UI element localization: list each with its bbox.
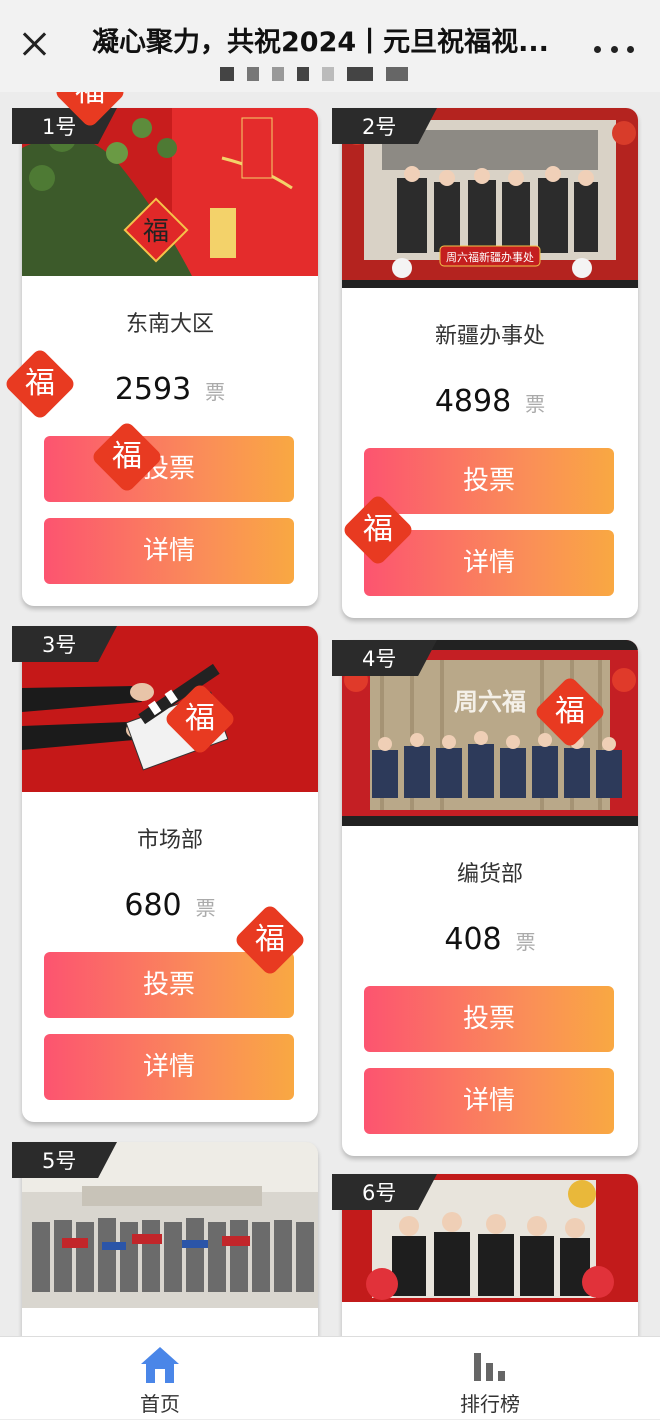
redacted-subtitle <box>220 67 450 81</box>
bottom-tab-bar: 首页 排行榜 <box>0 1336 660 1419</box>
tab-home-label: 首页 <box>140 1392 180 1416</box>
candidate-card-1: 福 1号 东南大区 2593 票 投票 详情 <box>12 108 318 606</box>
vote-count: 4898 票 <box>434 384 546 419</box>
details-button[interactable]: 详情 <box>44 1034 294 1100</box>
tab-ranking[interactable]: 排行榜 <box>390 1337 590 1420</box>
candidate-grid: 福 1号 东南大区 2593 票 投票 详情 周六福新疆办事处 2号 新疆办事处… <box>0 0 660 1340</box>
candidate-name: 编货部 <box>456 862 523 887</box>
fu-sticker: 福 <box>163 682 237 756</box>
fu-sticker: 福 <box>341 493 415 567</box>
candidate-card-6: 6号 <box>332 1174 638 1340</box>
candidate-card-3: 3号 市场部 680 票 投票 详情 <box>12 626 318 1122</box>
more-options-icon[interactable] <box>594 46 634 54</box>
fu-sticker: 福 <box>533 675 607 749</box>
tab-home[interactable]: 首页 <box>60 1337 260 1420</box>
tab-ranking-label: 排行榜 <box>460 1392 520 1416</box>
vote-unit: 票 <box>205 380 226 404</box>
page-title: 凝心聚力，共祝2024丨元旦祝福视... <box>92 27 549 58</box>
details-button[interactable]: 详情 <box>44 518 294 584</box>
candidate-name: 东南大区 <box>125 312 214 337</box>
close-icon[interactable] <box>18 28 50 60</box>
title-bar: 凝心聚力，共祝2024丨元旦祝福视... <box>0 0 660 92</box>
vote-unit: 票 <box>525 392 546 416</box>
vote-button[interactable]: 投票 <box>44 436 294 502</box>
bar-chart-icon <box>474 1353 505 1381</box>
vote-button[interactable]: 投票 <box>364 986 614 1052</box>
fu-sticker: 福 <box>90 420 164 494</box>
candidate-name: 新疆办事处 <box>434 324 545 349</box>
photo-banner-text: 周六福新疆办事处 <box>446 250 534 264</box>
fu-sticker: 福 <box>233 903 307 977</box>
candidate-card-5: 5号 <box>12 1142 318 1340</box>
fu-sticker: 福 <box>3 347 77 421</box>
photo-sign-text: 周六福 <box>454 688 526 716</box>
candidate-name: 市场部 <box>136 828 203 853</box>
vote-unit: 票 <box>515 930 536 954</box>
details-button[interactable]: 详情 <box>364 1068 614 1134</box>
svg-text:福: 福 <box>143 217 169 247</box>
home-icon <box>141 1347 179 1383</box>
vote-unit: 票 <box>195 896 216 920</box>
vote-count: 408 票 <box>444 922 536 957</box>
